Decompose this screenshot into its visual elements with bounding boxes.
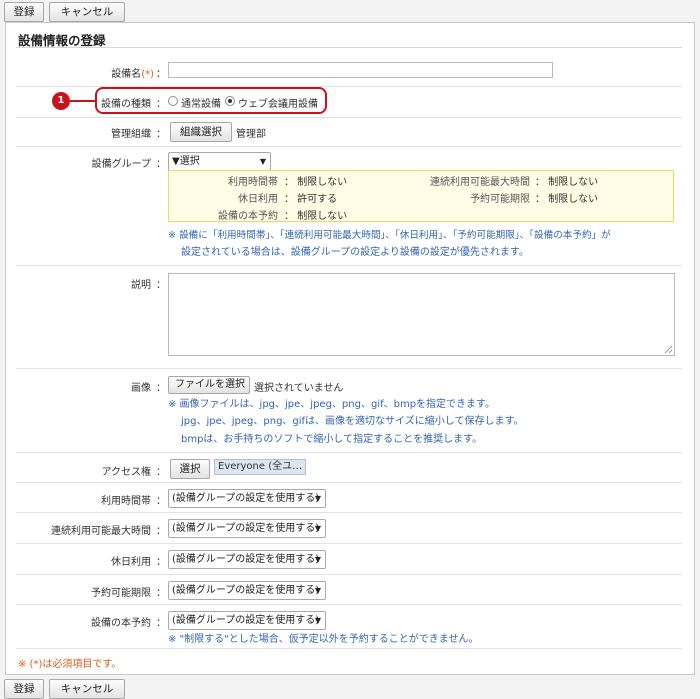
image-note-line2: jpg、jpe、jpeg、png、gifは、画像を適切なサイズに縮小して保存しま… xyxy=(181,416,524,427)
booking-label: 設備の本予約 xyxy=(91,618,151,629)
limit-label: 予約可能期限 xyxy=(91,588,151,599)
cancel-button-bottom[interactable]: キャンセル xyxy=(49,679,125,699)
divider xyxy=(16,452,682,453)
colon: ： xyxy=(156,588,166,599)
divider xyxy=(16,482,682,483)
register-button-top[interactable]: 登録 xyxy=(4,2,44,22)
max-time-label: 連続利用可能最大時間 xyxy=(51,526,151,537)
access-value: Everyone (全ユ… xyxy=(214,459,307,475)
colon: ： xyxy=(156,383,166,394)
file-status: 選択されていません xyxy=(254,383,344,394)
register-button-bottom[interactable]: 登録 xyxy=(4,679,44,699)
chevron-down-icon: ▼ xyxy=(314,524,321,533)
detail-value: ： 制限しない xyxy=(284,211,348,222)
cancel-button-top[interactable]: キャンセル xyxy=(49,2,125,22)
colon: ： xyxy=(156,467,166,478)
detail-value: ： 制限しない xyxy=(535,194,599,205)
detail-value-text: 制限しない xyxy=(548,194,599,205)
divider xyxy=(16,574,682,575)
group-select-value: ▼選択 xyxy=(172,156,200,167)
image-label: 画像 xyxy=(131,383,151,394)
callout-badge: 1 xyxy=(52,92,70,110)
divider xyxy=(16,604,682,605)
chevron-down-icon: ▼ xyxy=(314,494,321,503)
detail-value: ： 許可する xyxy=(284,194,338,205)
group-note-line1: ※ 設備に「利用時間帯」、「連続利用可能最大時間」、「休日利用」、「予約可能期限… xyxy=(168,230,611,241)
detail-value-text: 制限しない xyxy=(548,177,599,188)
detail-label: 予約可能期限 xyxy=(470,194,530,205)
detail-value-text: 許可する xyxy=(297,194,338,205)
name-input[interactable] xyxy=(168,62,553,78)
limit-select[interactable]: (設備グループの設定を使用する) ▼ xyxy=(168,581,326,600)
divider xyxy=(16,512,682,513)
org-value: 管理部 xyxy=(236,129,266,140)
booking-select[interactable]: (設備グループの設定を使用する) ▼ xyxy=(168,611,326,630)
detail-value-text: 制限しない xyxy=(297,211,348,222)
chevron-down-icon: ▼ xyxy=(314,555,321,564)
colon: ： xyxy=(156,618,166,629)
detail-value: ： 制限しない xyxy=(535,177,599,188)
usage-time-label: 利用時間帯 xyxy=(101,496,151,507)
required-note: ※ (*)は必須項目です。 xyxy=(18,659,122,670)
image-note-line1: ※ 画像ファイルは、jpg、jpe、jpeg、png、gif、bmpを指定できま… xyxy=(168,399,496,410)
radio-normal[interactable] xyxy=(168,96,178,106)
divider xyxy=(16,117,682,118)
colon: ： xyxy=(156,159,166,170)
colon: ： xyxy=(156,496,166,507)
org-label: 管理組織 xyxy=(111,129,151,140)
colon: ： xyxy=(156,129,166,140)
access-select-button[interactable]: 選択 xyxy=(170,459,210,479)
divider xyxy=(16,648,682,649)
group-label: 設備グループ xyxy=(91,159,151,170)
type-label: 設備の種類 xyxy=(101,99,151,110)
chevron-down-icon: ▼ xyxy=(259,157,266,166)
chevron-down-icon: ▼ xyxy=(314,586,321,595)
divider xyxy=(16,368,682,369)
radio-web-meeting-label: ウェブ会議用設備 xyxy=(238,99,318,110)
required-mark: (*) xyxy=(141,69,154,80)
group-select[interactable]: ▼選択 ▼ xyxy=(168,152,271,171)
group-note-line2: 設定されている場合は、設備グループの設定より設備の設定が優先されます。 xyxy=(181,247,529,258)
colon: ： xyxy=(156,99,166,110)
divider xyxy=(16,265,682,266)
usage-time-select[interactable]: (設備グループの設定を使用する) ▼ xyxy=(168,489,326,508)
limit-value: (設備グループの設定を使用する) xyxy=(172,585,320,596)
detail-label: 休日利用 xyxy=(238,194,278,205)
detail-label: 設備の本予約 xyxy=(218,211,278,222)
colon: ： xyxy=(156,557,166,568)
name-label: 設備名(*) xyxy=(111,65,154,80)
max-time-select[interactable]: (設備グループの設定を使用する) ▼ xyxy=(168,519,326,538)
detail-value: ： 制限しない xyxy=(284,177,348,188)
holiday-select[interactable]: (設備グループの設定を使用する) ▼ xyxy=(168,550,326,569)
detail-label: 連続利用可能最大時間 xyxy=(430,177,530,188)
radio-web-meeting[interactable] xyxy=(225,96,235,106)
image-note-line3: bmpは、お手持ちのソフトで縮小して指定することを推奨します。 xyxy=(181,434,483,445)
detail-value-text: 制限しない xyxy=(297,177,348,188)
holiday-label: 休日利用 xyxy=(111,557,151,568)
description-label: 説明 xyxy=(131,280,151,291)
detail-label: 利用時間帯 xyxy=(228,177,278,188)
usage-time-value: (設備グループの設定を使用する) xyxy=(172,493,320,504)
file-select-button[interactable]: ファイルを選択 xyxy=(168,376,250,394)
chevron-down-icon: ▼ xyxy=(314,616,321,625)
holiday-value: (設備グループの設定を使用する) xyxy=(172,554,320,565)
name-label-text: 設備名 xyxy=(111,69,142,80)
description-textarea[interactable] xyxy=(168,273,675,356)
resize-handle-icon[interactable] xyxy=(664,345,673,354)
max-time-value: (設備グループの設定を使用する) xyxy=(172,523,320,534)
divider xyxy=(16,146,682,147)
colon: ： xyxy=(156,526,166,537)
org-select-button[interactable]: 組織選択 xyxy=(170,122,232,142)
booking-note: ※ "制限する"とした場合、仮予定以外を予約することができません。 xyxy=(168,634,479,645)
title-divider xyxy=(16,47,682,48)
divider xyxy=(16,543,682,544)
access-label: アクセス権 xyxy=(101,467,152,478)
booking-value: (設備グループの設定を使用する) xyxy=(172,615,320,626)
colon: ： xyxy=(156,69,166,80)
callout-connector xyxy=(70,100,95,102)
radio-normal-label: 通常設備 xyxy=(181,99,221,110)
colon: ： xyxy=(156,280,166,291)
